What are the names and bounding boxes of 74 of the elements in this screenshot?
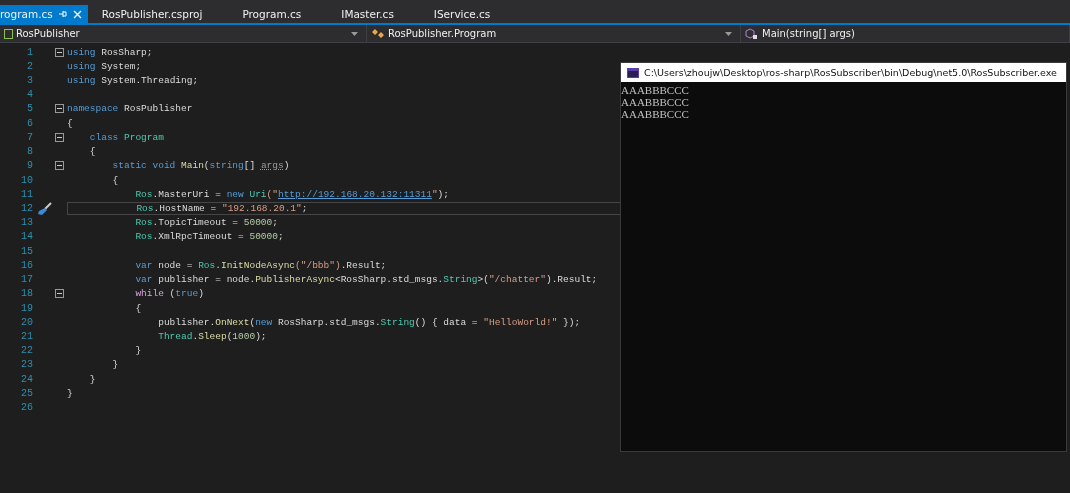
line-number: 13 [20,217,33,229]
line-number: 25 [20,387,33,399]
code-line: using System.Threading; [67,74,199,88]
navigation-dropdown[interactable]: RosPublisher [0,25,367,42]
line-number: 14 [20,231,33,243]
line-number: 20 [20,316,33,328]
console-icon [627,67,639,78]
line-number: 4 [26,89,33,101]
collapse-icon[interactable] [55,161,64,171]
navigation-dropdown[interactable]: Main(string[] args) [741,25,1070,42]
code-line: } [67,386,73,400]
line-number: 5 [26,103,33,115]
line-number: 15 [20,245,33,257]
caret-icon[interactable] [725,31,732,36]
line-number: 1 [26,46,33,58]
code-line: class Program [88,130,164,144]
line-number: 6 [26,117,33,129]
brush-icon[interactable] [36,201,52,216]
code-line: { [67,116,73,130]
code-line: using RosSharp; [67,45,153,59]
file-tab[interactable]: RosPublisher.csproj [101,5,219,23]
method-icon [745,27,759,40]
line-number: 16 [20,259,33,271]
console-output-line: AAABBBCCC [621,108,689,120]
line-number: 17 [20,274,33,286]
line-number: 26 [20,402,33,414]
close-icon[interactable] [72,9,82,19]
line-number: 3 [26,75,33,87]
code-line: { [134,301,142,315]
code-line: Ros.MasterUri = new Uri("http://192.168.20.132:11311"); [134,187,449,201]
line-number: 12 [20,203,33,214]
pin-icon[interactable] [57,9,68,19]
collapse-icon[interactable] [55,47,64,57]
code-line: publisher.OnNext(new RosSharp.std_msgs.String() { data = "HelloWorld!" }); [157,315,581,329]
file-tab[interactable]: rogram.cs [0,5,88,23]
code-line: } [111,358,119,372]
project-icon [4,28,13,39]
code-line: while (true) [134,287,204,301]
code-line: var node = Ros.InitNodeAsync("/bbb").Result; [134,258,387,272]
line-number: 21 [20,331,33,342]
code-line: { [111,173,119,187]
collapse-icon[interactable] [55,104,64,114]
line-number: 24 [20,373,33,385]
code-line: } [134,344,142,358]
console-output-line: AAABBBCCC [621,96,689,108]
file-tab[interactable]: Program.cs [242,5,318,23]
line-number: 18 [20,288,33,300]
code-line: Ros.XmlRpcTimeout = 50000; [134,230,284,244]
code-line: } [88,372,96,386]
console-output-line: AAABBBCCC [621,84,689,96]
line-number: 8 [26,146,33,158]
line-number: 9 [26,160,33,172]
line-number: 10 [20,174,33,186]
code-line: namespace RosPublisher [67,102,193,116]
line-number: 19 [20,302,33,314]
line-number: 7 [26,131,33,143]
file-tab[interactable]: IMaster.cs [341,5,410,23]
code-line: var publisher = node.PublisherAsync<RosSharp.std_msgs.String>("/chatter").Result; [134,273,598,287]
line-number: 23 [20,359,33,371]
window-title: C:\Users\zhoujw\Desktop\ros-sharp\RosSubscriber\bin\Debug\net5.0\RosSubscriber.exe [644,67,1057,78]
class-icon [371,28,385,39]
caret-icon[interactable] [351,31,358,36]
code-line: { [88,145,96,159]
line-number: 22 [20,345,33,357]
code-line: using System; [67,59,142,73]
navigation-dropdown[interactable]: RosPublisher.Program [367,25,741,42]
file-tab[interactable]: IService.cs [433,5,507,23]
collapse-icon[interactable] [55,289,64,299]
line-number: 2 [26,60,33,72]
collapse-icon[interactable] [55,132,64,142]
code-line: Ros.TopicTimeout = 50000; [134,216,278,230]
code-line: static void Main(string[] args) [111,159,290,173]
code-line: Thread.Sleep(1000); [157,330,267,343]
line-number: 11 [20,188,33,200]
